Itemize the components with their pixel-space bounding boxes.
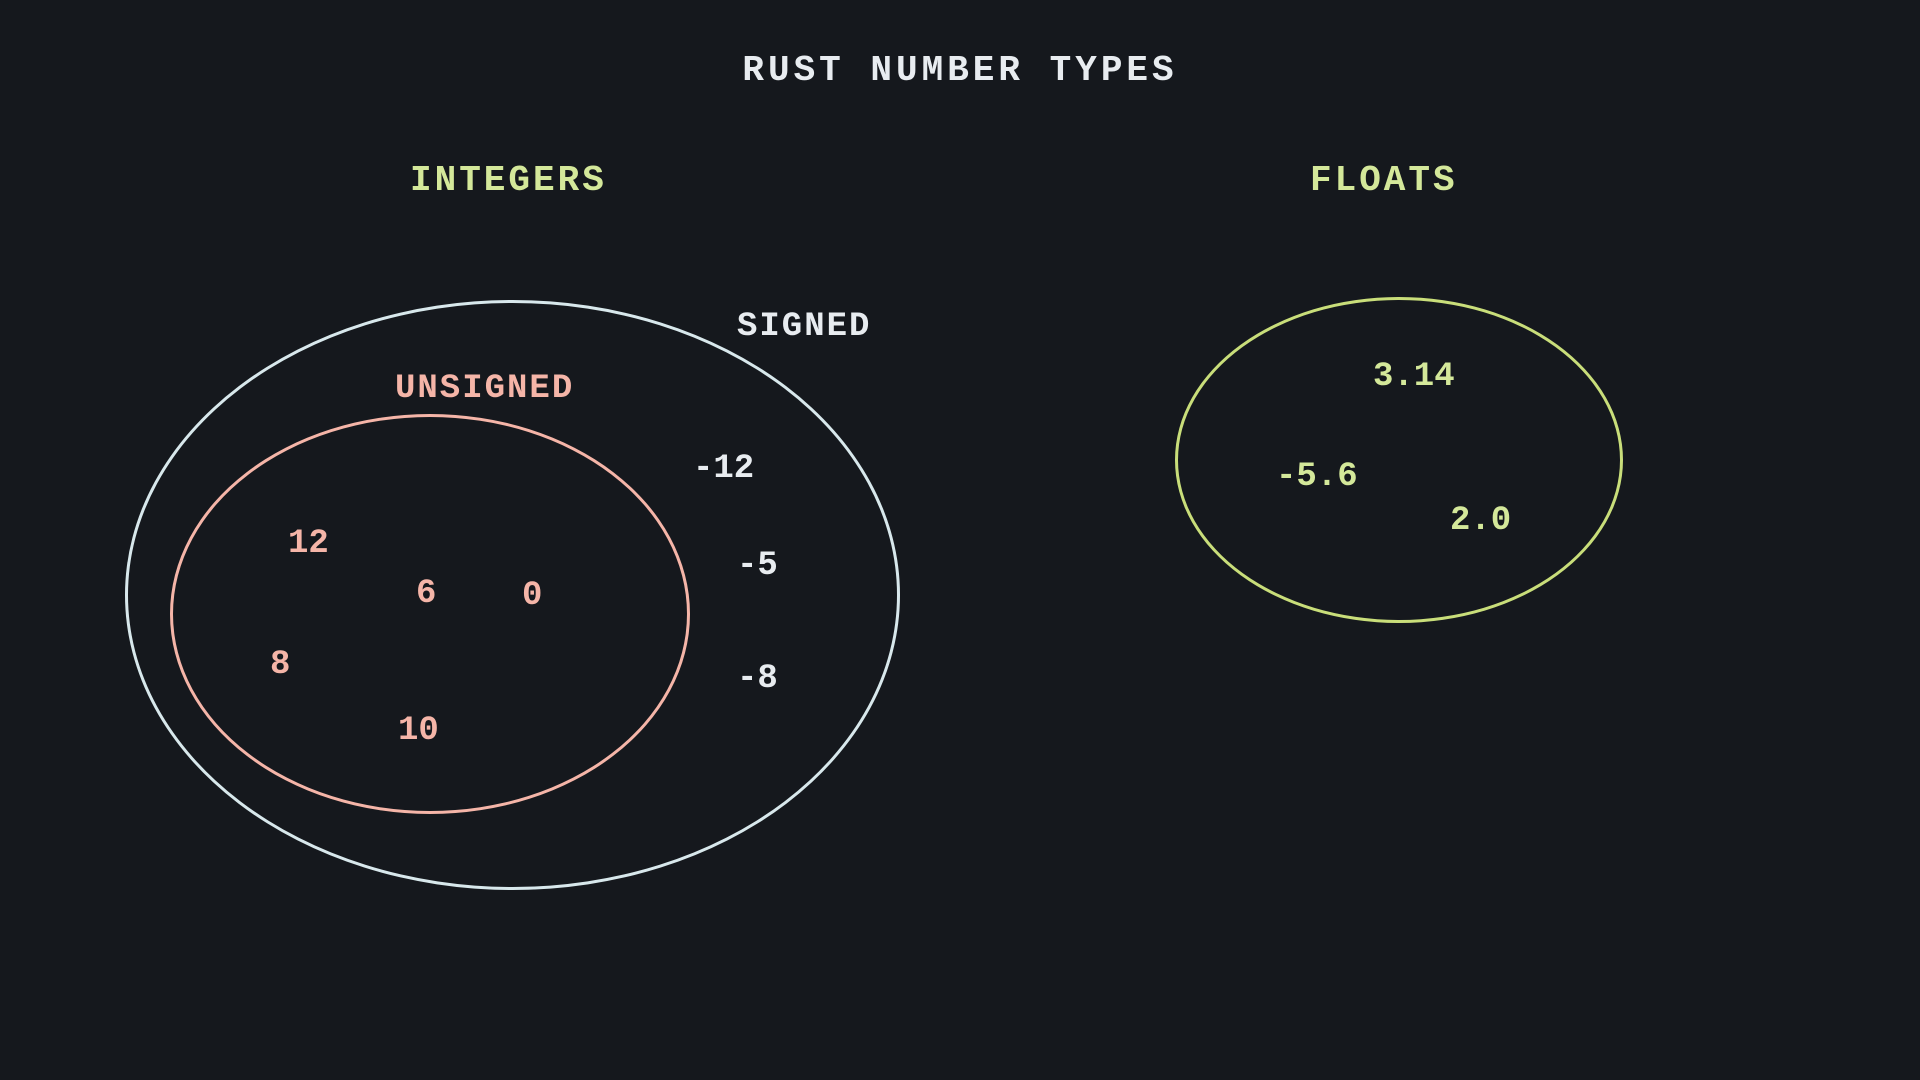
float-value: 2.0	[1450, 502, 1511, 540]
float-value: -5.6	[1276, 458, 1358, 496]
floats-section-label: FLOATS	[1310, 160, 1458, 201]
unsigned-value: 10	[398, 712, 439, 750]
unsigned-value: 12	[288, 525, 329, 563]
signed-value: -5	[737, 547, 778, 585]
unsigned-value: 6	[416, 575, 436, 613]
unsigned-ellipse	[170, 414, 690, 814]
signed-value: -12	[693, 450, 754, 488]
signed-value: -8	[737, 660, 778, 698]
signed-label: SIGNED	[737, 308, 871, 346]
float-value: 3.14	[1373, 358, 1455, 396]
floats-ellipse	[1175, 297, 1623, 623]
unsigned-label: UNSIGNED	[395, 370, 574, 408]
diagram-title: RUST NUMBER TYPES	[742, 50, 1177, 91]
unsigned-value: 0	[522, 577, 542, 615]
integers-section-label: INTEGERS	[410, 160, 607, 201]
unsigned-value: 8	[270, 646, 290, 684]
